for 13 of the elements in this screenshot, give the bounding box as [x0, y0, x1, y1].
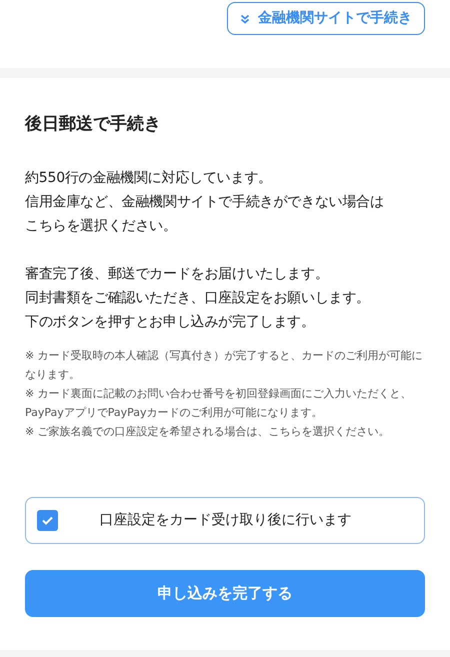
bank-site-link-button[interactable]: 金融機関サイトで手続き	[227, 2, 425, 35]
body-paragraph: 審査完了後、郵送でカードをお届けいたします。 同封書類をご確認いただき、口座設定をお願いします。 下のボタンを押すとお申し込みが完了します。	[25, 264, 372, 332]
submit-button[interactable]: 申し込みを完了する	[25, 570, 425, 617]
double-chevron-down-icon	[240, 14, 250, 24]
note-text: ※ ご家族名義での口座設定を希望される場合は、こちらを選択ください。	[25, 424, 391, 440]
body-paragraph: 約550行の金融機関に対応しています。 信用金庫など、金融機関サイトで手続きができない場合は こちらを選択ください。	[25, 168, 385, 236]
checkbox[interactable]	[37, 510, 58, 531]
checkbox-row[interactable]: 口座設定をカード受け取り後に行います	[25, 497, 425, 544]
check-icon	[42, 516, 53, 525]
note-text: ※ カード受取時の本人確認（写真付き）が完了すると、カードのご利用が可能になります。	[25, 348, 424, 382]
checkbox-label: 口座設定をカード受け取り後に行います	[98, 511, 352, 530]
note-text: ※ カード裏面に記載のお問い合わせ番号を初回登録画面にご入力いただくと、PayPayアプリでPayPayカードのご利用が可能になります。	[25, 386, 413, 420]
section-title: 後日郵送で手続き	[25, 113, 162, 136]
